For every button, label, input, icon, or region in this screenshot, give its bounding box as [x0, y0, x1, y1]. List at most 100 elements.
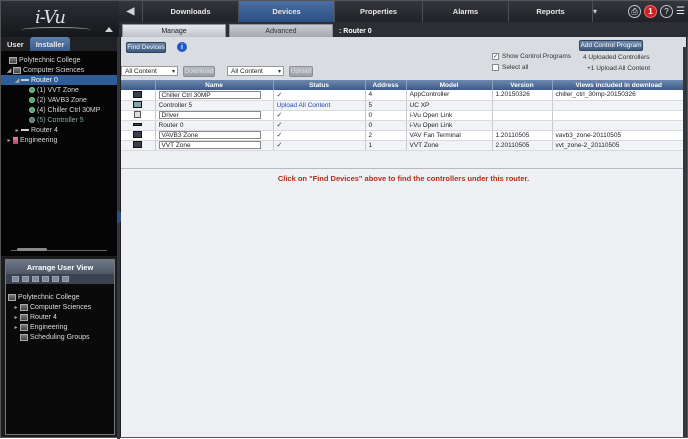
- tab-user[interactable]: User: [1, 37, 30, 51]
- add-folder-icon[interactable]: [32, 276, 39, 282]
- tree-item-label: (5) Controller 5: [37, 116, 84, 124]
- device-name-field[interactable]: VVT Zone: [158, 141, 261, 149]
- column-header-name[interactable]: Name: [155, 80, 274, 90]
- arrange-panel-title: Arrange User View: [6, 260, 114, 274]
- tab-advanced[interactable]: Advanced: [229, 24, 333, 37]
- tab-installer[interactable]: Installer: [29, 37, 71, 51]
- device-name-field[interactable]: VAVB3 Zone: [158, 131, 261, 139]
- back-icon[interactable]: ◀: [119, 1, 143, 22]
- tree-item-router-0[interactable]: ◢ Router 0: [1, 75, 117, 85]
- tree-item-polytechnic-college[interactable]: Polytechnic College: [1, 55, 117, 65]
- table-row[interactable]: Router 0 ✓ 0 i-Vu Open Link: [121, 120, 686, 131]
- column-header-version[interactable]: Version: [492, 80, 553, 90]
- column-header-address[interactable]: Address: [365, 80, 407, 90]
- table-row[interactable]: VAVB3 Zone ✓ 2 VAV Fan Terminal 1.201105…: [121, 130, 686, 141]
- device-name-field[interactable]: Driver: [158, 111, 261, 119]
- main-vertical-scrollbar[interactable]: [683, 47, 687, 437]
- table-row[interactable]: Driver ✓ 0 i-Vu Open Link: [121, 110, 686, 121]
- tab-manage[interactable]: Manage: [122, 24, 226, 37]
- move-down-icon[interactable]: [22, 276, 29, 282]
- arrange-item-computer-sciences[interactable]: ▸ Computer Sciences: [8, 302, 114, 312]
- tree-item-controller-5[interactable]: (5) Controller 5: [1, 115, 117, 125]
- tab-downloads[interactable]: Downloads: [143, 1, 239, 22]
- show-control-programs-checkbox[interactable]: ✓: [492, 53, 499, 60]
- tab-properties[interactable]: Properties: [335, 1, 423, 22]
- tree-item-label: Router 0: [31, 76, 58, 84]
- column-header-views[interactable]: Views included in download: [552, 80, 686, 90]
- sidebar-splitter[interactable]: [117, 37, 120, 439]
- add-control-program-button[interactable]: Add Control Program: [579, 40, 643, 51]
- column-header-model[interactable]: Model: [406, 80, 493, 90]
- expand-icon[interactable]: ▸: [13, 127, 21, 134]
- delete-icon[interactable]: [62, 276, 69, 282]
- download-content-select[interactable]: All Content ▾: [121, 66, 178, 76]
- select-value: All Content: [231, 67, 263, 75]
- tree-item-label: (1) VVT Zone: [37, 86, 79, 94]
- tree-item-vvt-zone[interactable]: (1) VVT Zone: [1, 85, 117, 95]
- controller-icon: [29, 87, 35, 93]
- show-control-programs-row[interactable]: ✓ Show Control Programs: [492, 53, 571, 60]
- help-icon[interactable]: ?: [660, 5, 674, 18]
- chevron-down-icon: ▾: [277, 69, 281, 75]
- tab-devices[interactable]: Devices: [239, 1, 335, 22]
- scroll-thumb[interactable]: [17, 248, 47, 251]
- nav-dropdown-icon[interactable]: ▾: [593, 7, 597, 16]
- name-cell[interactable]: Chiller Ctrl 30MP: [155, 90, 274, 101]
- address-cell: 2: [365, 130, 407, 141]
- tree-horizontal-scrollbar[interactable]: [1, 246, 117, 256]
- model-cell: AppController: [406, 90, 493, 101]
- select-all-row[interactable]: Select all: [492, 64, 528, 71]
- table-row[interactable]: VVT Zone ✓ 1 VVT Zone 2.20110505 vvt_zon…: [121, 140, 686, 151]
- name-cell[interactable]: Driver: [155, 110, 274, 121]
- version-cell: 1.20110505: [492, 130, 553, 141]
- tree-item-engineering[interactable]: ▸ Engineering: [1, 135, 117, 145]
- address-cell: 0: [365, 120, 407, 131]
- info-icon[interactable]: i: [177, 42, 187, 52]
- address-cell: 5: [365, 100, 407, 111]
- download-button[interactable]: Download: [183, 66, 215, 77]
- expand-icon[interactable]: ▸: [5, 137, 13, 144]
- arrange-item-router-4[interactable]: ▸ Router 4: [8, 312, 114, 322]
- views-cell: vavb3_zone-20110505: [552, 130, 686, 141]
- alarm-count-badge[interactable]: 1: [644, 5, 658, 18]
- tree-item-router-4[interactable]: ▸ Router 4: [1, 125, 117, 135]
- upload-button[interactable]: Upload: [289, 66, 313, 77]
- name-cell[interactable]: VAVB3 Zone: [155, 130, 274, 141]
- expand-icon[interactable]: ▸: [12, 314, 20, 321]
- move-up-icon[interactable]: [12, 276, 19, 282]
- arrange-tree: Polytechnic College ▸ Computer Sciences …: [6, 284, 114, 342]
- device-name-field[interactable]: Chiller Ctrl 30MP: [158, 90, 261, 99]
- upload-all-content-link[interactable]: Upload All Content: [273, 100, 366, 111]
- expand-icon[interactable]: ◢: [13, 77, 21, 84]
- table-row[interactable]: Chiller Ctrl 30MP ✓ 4 AppController 1.20…: [121, 90, 686, 101]
- rename-icon[interactable]: [42, 276, 49, 282]
- transmitter-icon: [133, 101, 143, 109]
- tree-item-vavb3-zone[interactable]: (2) VAVB3 Zone: [1, 95, 117, 105]
- select-all-checkbox[interactable]: [492, 64, 499, 71]
- arrange-item-engineering[interactable]: ▸ Engineering: [8, 322, 114, 332]
- version-cell: [492, 120, 553, 131]
- controller-icon: [133, 131, 143, 139]
- table-row[interactable]: Controller 5 Upload All Content 5 UC XP: [121, 100, 686, 111]
- column-header-status[interactable]: Status: [273, 80, 366, 90]
- tree-item-computer-sciences[interactable]: ◢ Computer Sciences: [1, 65, 117, 75]
- collapse-sidebar-icon[interactable]: [105, 27, 113, 32]
- tab-reports[interactable]: Reports: [509, 1, 593, 22]
- upload-content-select[interactable]: All Content ▾: [227, 66, 284, 76]
- address-cell: 0: [365, 110, 407, 121]
- menu-icon[interactable]: ☰: [676, 6, 685, 17]
- print-icon[interactable]: ⎙: [628, 5, 642, 18]
- name-cell[interactable]: VVT Zone: [155, 140, 274, 151]
- controller-icon: [29, 97, 35, 103]
- tab-alarms[interactable]: Alarms: [423, 1, 509, 22]
- expand-icon[interactable]: ▸: [12, 324, 20, 331]
- expand-icon[interactable]: ◢: [5, 67, 13, 74]
- edit-icon[interactable]: [52, 276, 59, 282]
- breadcrumb: : Router 0: [339, 28, 372, 35]
- expand-icon[interactable]: ▸: [12, 304, 20, 311]
- arrange-item-polytechnic-college[interactable]: Polytechnic College: [8, 292, 114, 302]
- find-devices-button[interactable]: Find Devices: [126, 42, 166, 53]
- tree-item-label: (2) VAVB3 Zone: [37, 96, 87, 104]
- arrange-item-scheduling-groups[interactable]: Scheduling Groups: [8, 332, 114, 342]
- tree-item-chiller-ctrl[interactable]: (4) Chiller Ctrl 30MP: [1, 105, 117, 115]
